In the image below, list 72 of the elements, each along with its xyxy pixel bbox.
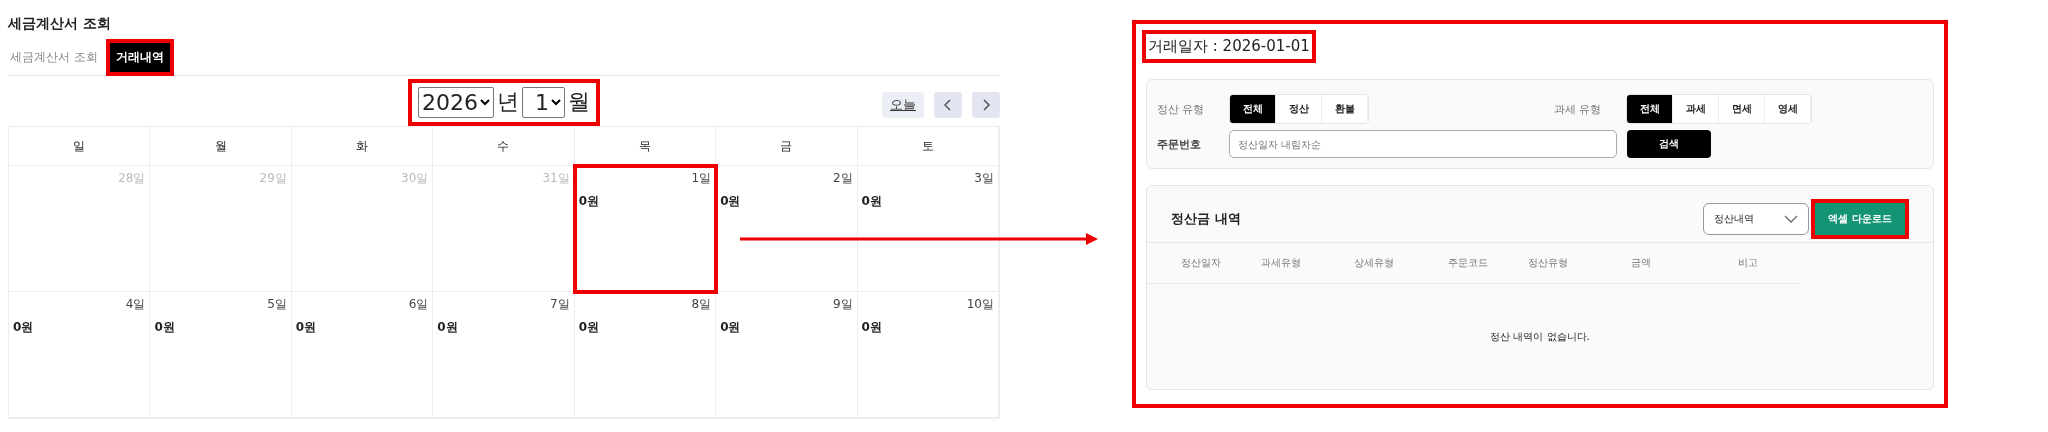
calendar-day-cell[interactable]: 3일 0원 — [857, 166, 999, 292]
weekday-header: 토 — [857, 127, 999, 166]
calendar-day-cell[interactable]: 5일 0원 — [150, 292, 292, 418]
day-amount: 0원 — [154, 319, 176, 336]
weekday-header: 일 — [9, 127, 151, 166]
day-number: 10일 — [965, 296, 994, 313]
day-number: 4일 — [124, 296, 146, 313]
year-suffix: 년 — [497, 88, 519, 116]
segment-button[interactable]: 전체 — [1230, 95, 1276, 123]
day-amount: 0원 — [13, 319, 35, 336]
year-select[interactable]: 2026 — [418, 86, 494, 118]
chevron-left-icon — [943, 98, 953, 112]
calendar-day-cell[interactable]: 9일 0원 — [716, 292, 858, 418]
today-button[interactable]: 오늘 — [882, 92, 924, 118]
day-amount: 0원 — [861, 193, 883, 210]
day-number: 1일 — [690, 170, 712, 187]
day-number: 2일 — [831, 170, 853, 187]
day-amount: 0원 — [861, 319, 883, 336]
day-amount: 0원 — [437, 319, 459, 336]
month-select[interactable]: 1 — [522, 86, 565, 118]
day-amount: 0원 — [295, 319, 318, 336]
day-number: 6일 — [407, 296, 429, 313]
day-number: 7일 — [549, 296, 570, 313]
column-header: 상세유형 — [1353, 256, 1396, 270]
calendar-day-cell[interactable]: 7일 0원 — [433, 292, 575, 418]
chevron-down-icon — [551, 98, 561, 106]
next-button[interactable] — [972, 92, 1000, 118]
filter-label: 과세 유형 — [1554, 101, 1603, 117]
column-header: 과세유형 — [1260, 256, 1302, 270]
weekday-header: 금 — [716, 127, 858, 166]
weekday-header: 월 — [150, 127, 292, 166]
day-number: 30일 — [400, 170, 429, 187]
column-header: 정산유형 — [1526, 256, 1569, 270]
calendar-day-cell[interactable]: 8일 0원 — [574, 292, 717, 418]
calendar-day-cell[interactable]: 6일 0원 — [291, 292, 434, 418]
column-header: 주문코드 — [1446, 256, 1489, 270]
month-suffix: 월 — [568, 88, 590, 116]
filter-label: 주문번호 — [1157, 136, 1202, 152]
empty-message: 정산 내역이 없습니다. — [1489, 329, 1591, 344]
day-amount: 0원 — [578, 319, 601, 336]
order-number-input[interactable]: 정산일자 내림차순 — [1229, 130, 1617, 158]
weekday-header: 목 — [574, 127, 717, 166]
chevron-right-icon — [981, 98, 991, 112]
page-title: 세금계산서 조회 — [8, 15, 112, 33]
day-amount: 0원 — [720, 319, 742, 336]
weekday-header: 수 — [433, 127, 575, 166]
calendar-day-cell[interactable]: 2일 0원 — [716, 166, 858, 292]
calendar-day-cell[interactable]: 10일 0원 — [857, 292, 999, 418]
calendar-day-cell[interactable]: 4일 0원 — [9, 292, 151, 418]
type-dropdown[interactable]: 정산내역 — [1703, 203, 1809, 235]
column-header: 금액 — [1630, 256, 1652, 270]
weekday-header: 화 — [291, 127, 434, 166]
day-number: 8일 — [690, 296, 712, 313]
chevron-down-icon — [1784, 215, 1798, 223]
section-title: 정산금 내역 — [1171, 210, 1242, 228]
segment-button[interactable]: 전체 — [1627, 95, 1673, 123]
calendar-day-cell[interactable]: 1일 0원 — [574, 166, 717, 292]
chevron-down-icon — [480, 98, 490, 106]
day-amount: 0원 — [720, 193, 742, 210]
tab[interactable]: 세금계산서 조회 — [8, 45, 100, 70]
day-number: 28일 — [117, 170, 146, 187]
previous-button[interactable] — [934, 92, 962, 118]
day-amount: 0원 — [578, 193, 601, 210]
filter-label: 정산 유형 — [1157, 101, 1206, 117]
day-number: 5일 — [266, 296, 287, 313]
day-number: 31일 — [541, 170, 570, 187]
search-button[interactable]: 검색 — [1627, 130, 1711, 158]
day-number: 9일 — [831, 296, 853, 313]
column-header: 비고 — [1736, 256, 1759, 270]
day-number: 3일 — [973, 170, 994, 187]
day-number: 29일 — [258, 170, 287, 187]
column-header: 정산일자 — [1180, 256, 1222, 270]
